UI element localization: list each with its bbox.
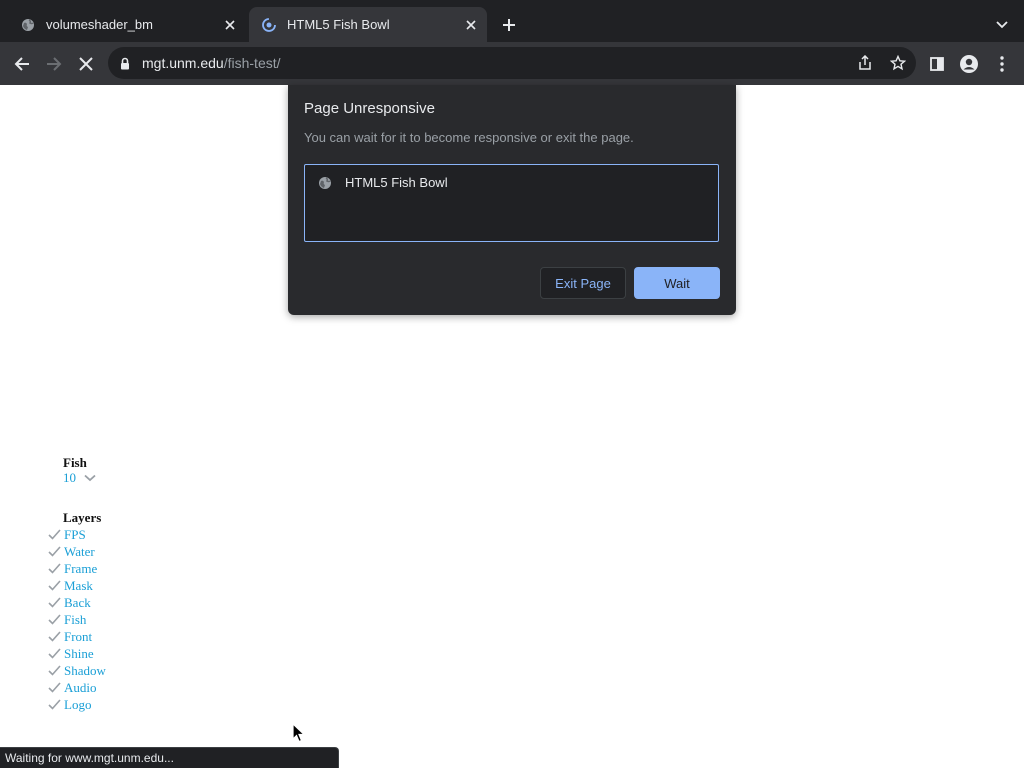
side-panel-icon xyxy=(930,57,944,71)
close-tab-icon[interactable] xyxy=(461,15,481,35)
profile-button[interactable] xyxy=(955,50,983,78)
tab-volumeshader[interactable]: volumeshader_bm xyxy=(8,7,246,42)
globe-icon xyxy=(20,17,36,33)
back-button[interactable] xyxy=(8,50,36,78)
close-tab-icon[interactable] xyxy=(220,15,240,35)
tab-title: HTML5 Fish Bowl xyxy=(287,17,390,32)
tab-title: volumeshader_bm xyxy=(46,17,153,32)
layer-label: Water xyxy=(64,543,95,559)
avatar-icon xyxy=(960,55,978,73)
tab-search-button[interactable] xyxy=(992,15,1012,35)
layer-item-fps[interactable]: FPS xyxy=(48,526,106,543)
unresponsive-page-list[interactable]: HTML5 Fish Bowl xyxy=(304,164,719,242)
wait-button[interactable]: Wait xyxy=(634,267,720,299)
browser-toolbar: mgt.unm.edu/fish-test/ xyxy=(0,42,1024,85)
checkmark-icon xyxy=(48,698,64,712)
tab-strip: volumeshader_bm HTML5 Fish Bowl xyxy=(0,0,1024,42)
address-bar[interactable]: mgt.unm.edu/fish-test/ xyxy=(108,47,916,79)
layer-label: Front xyxy=(64,628,93,644)
layer-item-shadow[interactable]: Shadow xyxy=(48,662,106,679)
unresponsive-page-title: HTML5 Fish Bowl xyxy=(345,175,448,190)
url-text: mgt.unm.edu/fish-test/ xyxy=(142,55,281,71)
layer-label: Fish xyxy=(64,611,87,627)
mouse-cursor-icon xyxy=(292,723,306,743)
share-icon[interactable] xyxy=(856,54,874,72)
menu-button[interactable] xyxy=(988,50,1016,78)
layer-label: Shadow xyxy=(64,662,106,678)
layer-item-fish[interactable]: Fish xyxy=(48,611,106,628)
dialog-title: Page Unresponsive xyxy=(304,100,435,117)
fish-count-value: 10 xyxy=(63,470,76,485)
checkmark-icon xyxy=(48,630,64,644)
layer-item-water[interactable]: Water xyxy=(48,543,106,560)
lock-icon[interactable] xyxy=(118,55,132,71)
close-icon xyxy=(79,57,93,71)
checkmark-icon xyxy=(48,664,64,678)
checkmark-icon xyxy=(48,681,64,695)
layers-heading: Layers xyxy=(63,510,102,525)
layer-item-shine[interactable]: Shine xyxy=(48,645,106,662)
layer-label: Back xyxy=(64,594,91,610)
kebab-menu-icon xyxy=(1000,56,1004,72)
checkmark-icon xyxy=(48,613,64,627)
layer-list: FPS Water Frame Mask Back Fish Front Shine Shado… xyxy=(48,526,106,713)
forward-button[interactable] xyxy=(40,50,68,78)
checkmark-icon xyxy=(48,596,64,610)
layer-label: Frame xyxy=(64,560,98,576)
checkmark-icon xyxy=(48,545,64,559)
checkmark-icon xyxy=(48,579,64,593)
fish-heading: Fish xyxy=(63,455,87,470)
plus-icon xyxy=(503,19,515,31)
arrow-right-icon xyxy=(47,57,62,71)
status-bubble: Waiting for www.mgt.unm.edu... xyxy=(0,747,339,768)
layer-label: Mask xyxy=(64,577,93,593)
dialog-message: You can wait for it to become responsive… xyxy=(304,130,634,145)
bookmark-star-icon[interactable] xyxy=(889,54,907,72)
tab-fish-bowl[interactable]: HTML5 Fish Bowl xyxy=(249,7,487,42)
loading-spinner-icon xyxy=(261,17,277,33)
chevron-down-icon xyxy=(84,474,96,482)
layer-item-logo[interactable]: Logo xyxy=(48,696,106,713)
arrow-left-icon xyxy=(14,57,29,71)
url-host: mgt.unm.edu xyxy=(142,55,224,71)
layer-item-mask[interactable]: Mask xyxy=(48,577,106,594)
layer-item-front[interactable]: Front xyxy=(48,628,106,645)
page-unresponsive-dialog: Page Unresponsive You can wait for it to… xyxy=(288,85,736,315)
layer-item-back[interactable]: Back xyxy=(48,594,106,611)
exit-page-button[interactable]: Exit Page xyxy=(540,267,626,299)
checkmark-icon xyxy=(48,562,64,576)
url-path: /fish-test/ xyxy=(223,55,281,71)
globe-icon xyxy=(317,175,333,191)
checkmark-icon xyxy=(48,647,64,661)
new-tab-button[interactable] xyxy=(498,14,520,36)
layer-item-frame[interactable]: Frame xyxy=(48,560,106,577)
fish-count-select[interactable]: 10 xyxy=(63,470,96,486)
layer-item-audio[interactable]: Audio xyxy=(48,679,106,696)
checkmark-icon xyxy=(48,528,64,542)
layer-label: Shine xyxy=(64,645,94,661)
layer-label: Logo xyxy=(64,696,92,712)
layer-label: Audio xyxy=(64,679,97,695)
layer-label: FPS xyxy=(64,526,86,542)
stop-button[interactable] xyxy=(72,50,100,78)
side-panel-button[interactable] xyxy=(923,50,951,78)
chevron-down-icon xyxy=(996,21,1008,29)
